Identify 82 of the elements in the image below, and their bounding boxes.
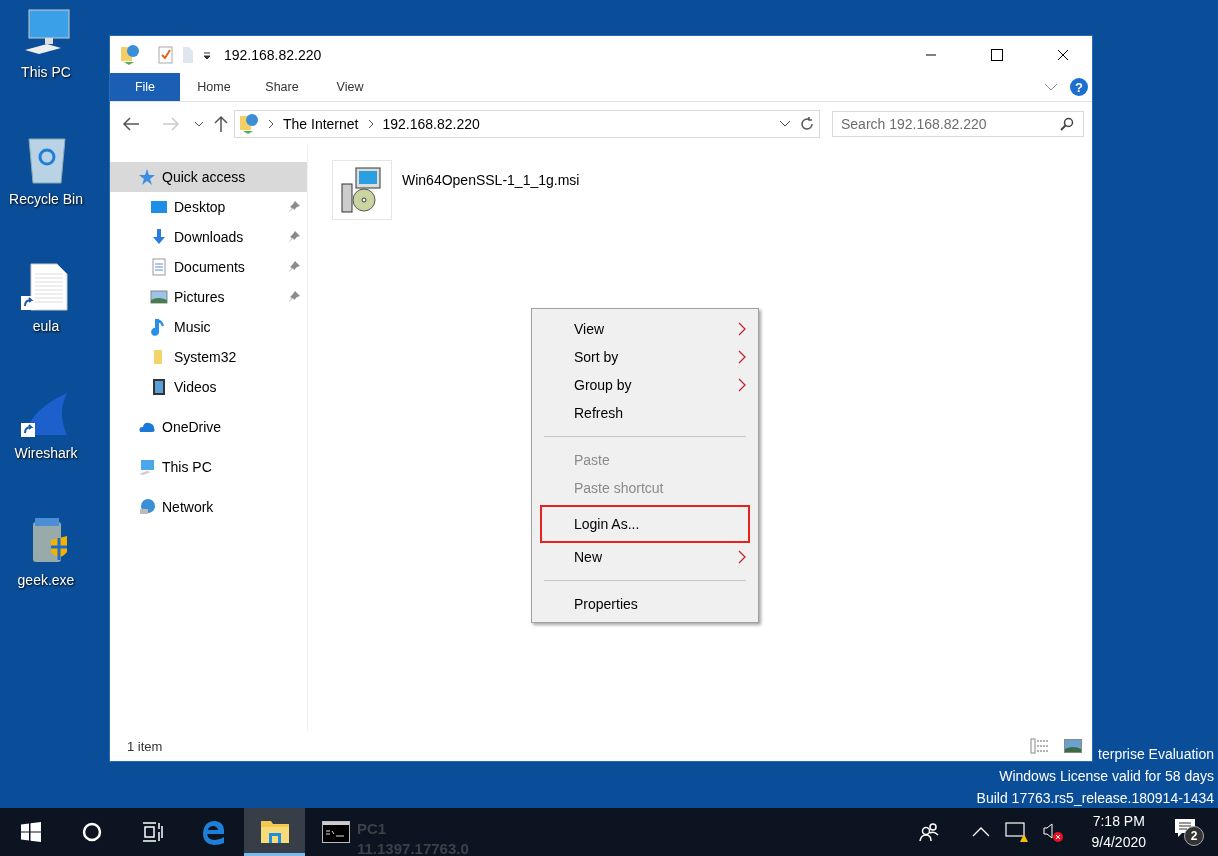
window-title: 192.168.82.220 [224, 46, 322, 63]
breadcrumb[interactable]: 192.168.82.220 [382, 116, 480, 132]
network-folder-icon [239, 113, 259, 135]
computer-icon [138, 458, 156, 476]
desktop-icon-label[interactable]: Wireshark [14, 445, 78, 461]
people-icon[interactable] [917, 822, 940, 842]
film-icon [150, 378, 168, 396]
notification-count: 2 [1184, 826, 1204, 846]
muted-speaker-icon[interactable] [1041, 821, 1064, 843]
clock-time[interactable]: 7:18 PM [1092, 811, 1145, 832]
search-field[interactable]: Search 192.168.82.220 [832, 111, 1084, 137]
desktop-icon-label[interactable]: Recycle Bin [9, 191, 83, 207]
nav-item[interactable]: Downloads [110, 222, 307, 252]
globe-icon [138, 498, 156, 516]
thumbnail-view-icon[interactable] [1064, 739, 1082, 753]
windows-logo-icon [20, 822, 41, 842]
nav-item[interactable]: Quick access [110, 162, 307, 192]
chevron-down-icon[interactable] [779, 120, 791, 128]
menu-item[interactable]: Properties [532, 590, 758, 618]
file-explorer-button[interactable] [244, 808, 305, 856]
search-icon[interactable] [1060, 117, 1074, 131]
nav-item[interactable]: OneDrive [110, 412, 307, 442]
refresh-icon[interactable] [799, 116, 815, 132]
nav-item[interactable]: This PC [110, 452, 307, 482]
ribbon-tab[interactable]: Share [248, 73, 316, 101]
nav-item[interactable]: Network [110, 492, 307, 522]
network-warning-icon[interactable] [1003, 821, 1028, 843]
task-view-icon [141, 822, 164, 842]
ribbon-tab[interactable]: File [110, 73, 180, 101]
clock-date[interactable]: 9/4/2020 [1091, 832, 1146, 853]
submenu-chevron-icon [738, 350, 746, 364]
menu-item[interactable]: Refresh [532, 399, 758, 427]
dropdown-caret-icon[interactable] [202, 49, 212, 60]
nav-item[interactable]: Videos [110, 372, 307, 402]
nav-item[interactable]: Desktop [110, 192, 307, 222]
up-arrow-icon[interactable] [214, 115, 228, 133]
menu-item[interactable]: View [532, 315, 758, 343]
star-icon [138, 168, 156, 186]
menu-item[interactable]: Login As... [540, 505, 750, 543]
chevron-down-icon[interactable] [194, 120, 204, 128]
desktop-icon-label[interactable]: geek.exe [17, 572, 75, 588]
submenu-chevron-icon [738, 378, 746, 392]
properties-check-icon[interactable] [158, 45, 174, 64]
watermark-text: Build 17763.rs5_release.180914-1434 [976, 789, 1214, 808]
nav-item[interactable]: Pictures [110, 282, 307, 312]
ribbon-tab[interactable]: Home [180, 73, 248, 101]
download-arrow-icon [150, 228, 168, 246]
chevron-up-icon[interactable] [971, 827, 990, 837]
nav-item[interactable]: Documents [110, 252, 307, 282]
document-icon [150, 258, 168, 276]
breadcrumb[interactable]: The Internet [283, 116, 359, 132]
breadcrumb-chevron-icon[interactable] [366, 119, 375, 129]
terminal-icon [321, 821, 350, 843]
address-bar[interactable]: The Internet 192.168.82.220 [234, 110, 820, 138]
pin-icon[interactable] [287, 200, 301, 214]
submenu-chevron-icon [738, 550, 746, 564]
pin-icon[interactable] [287, 230, 301, 244]
picture-icon [150, 288, 168, 306]
close-icon [1057, 48, 1069, 61]
notifications-button[interactable]: 2 [1174, 818, 1204, 846]
menu-item[interactable]: Sort by [532, 343, 758, 371]
desktop-icon-label[interactable]: This PC [21, 64, 71, 80]
desktop-icon [150, 198, 168, 216]
help-button[interactable]: ? [1070, 78, 1088, 96]
breadcrumb-chevron-icon[interactable] [267, 119, 275, 129]
watermark-text: Windows License valid for 58 days [999, 767, 1214, 786]
menu-item[interactable]: Group by [532, 371, 758, 399]
back-arrow-icon[interactable] [122, 117, 140, 131]
network-folder-icon [120, 43, 140, 66]
nav-item[interactable]: System32 [110, 342, 307, 372]
desktop-icon-label[interactable]: eula [32, 318, 60, 334]
nav-item[interactable]: Music [110, 312, 307, 342]
file-name[interactable]: Win64OpenSSL-1_1_1g.msi [402, 172, 580, 188]
circle-icon [80, 821, 103, 843]
pin-icon[interactable] [287, 290, 301, 304]
pin-icon[interactable] [287, 260, 301, 274]
submenu-chevron-icon [738, 322, 746, 336]
watermark-text: terprise Evaluation [1098, 745, 1214, 764]
maximize-icon [991, 48, 1003, 61]
status-text: 1 item [127, 738, 163, 754]
menu-item[interactable]: New [532, 543, 758, 571]
ribbon-tab[interactable]: View [316, 73, 384, 101]
